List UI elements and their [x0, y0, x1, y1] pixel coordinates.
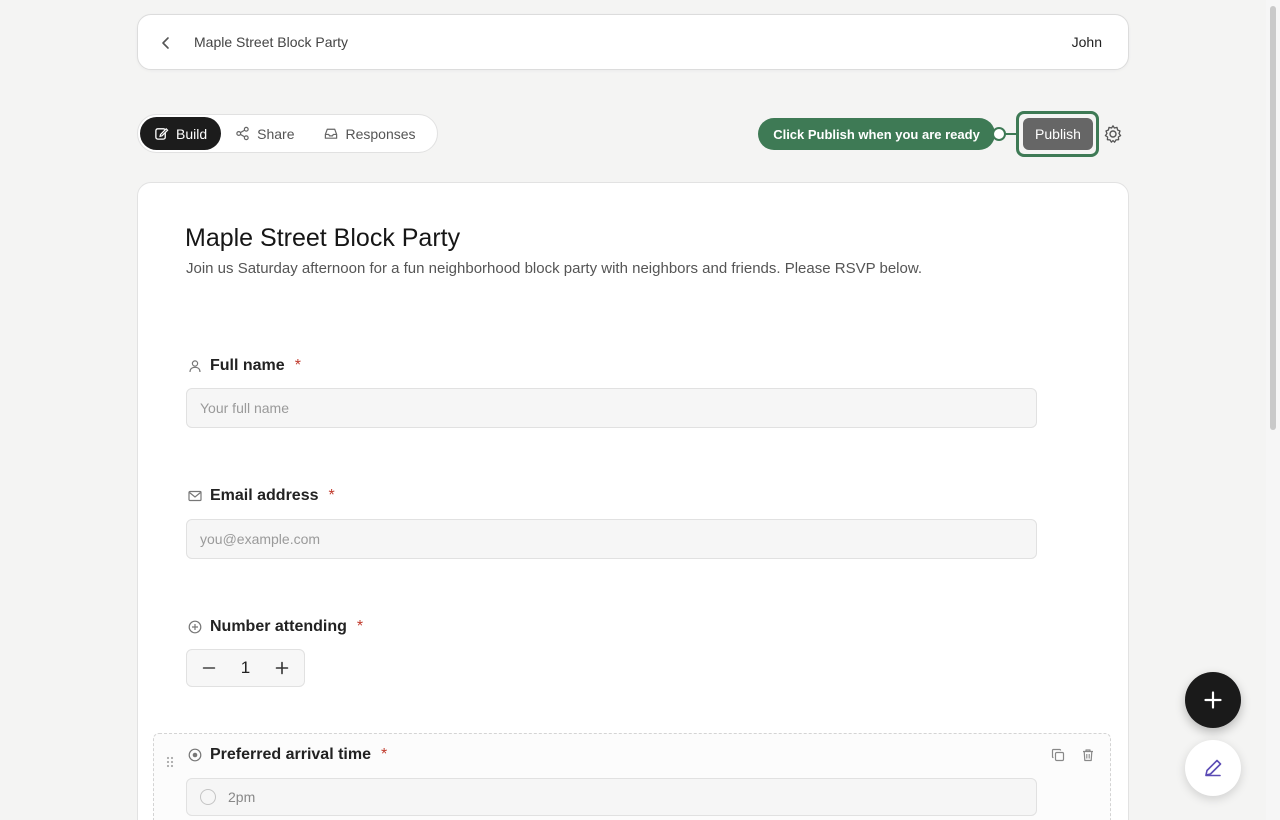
plus-icon — [1204, 691, 1222, 709]
mail-icon — [187, 489, 202, 504]
email-label: Email address * — [187, 487, 335, 505]
drag-handle-icon[interactable] — [163, 755, 177, 769]
trash-icon — [1083, 749, 1093, 762]
required-asterisk: * — [328, 487, 335, 504]
full-name-label-text: Full name — [210, 357, 285, 374]
user-name[interactable]: John — [1072, 34, 1102, 50]
email-placeholder: you@example.com — [200, 531, 321, 547]
settings-button[interactable] — [1099, 120, 1127, 148]
pencil-icon — [1205, 759, 1222, 777]
back-button[interactable] — [154, 31, 178, 55]
share-icon — [236, 126, 249, 141]
radio-button[interactable] — [200, 789, 216, 805]
scrollbar-thumb[interactable] — [1270, 6, 1276, 430]
decrement-button[interactable] — [199, 658, 219, 678]
gear-icon — [1104, 125, 1122, 143]
minus-icon — [202, 667, 216, 669]
number-attending-label-text: Number attending — [210, 618, 347, 635]
required-asterisk: * — [356, 618, 364, 635]
mode-tabs: Build Share Responses — [137, 114, 438, 153]
preview-eye-icon[interactable] — [992, 127, 1006, 141]
edit-icon — [155, 127, 169, 140]
email-input[interactable]: you@example.com — [186, 519, 1037, 559]
form-title[interactable]: Maple Street Block Party — [185, 224, 460, 253]
inbox-icon — [324, 128, 337, 139]
delete-button[interactable] — [1080, 747, 1096, 763]
top-bar: Maple Street Block Party John — [137, 14, 1129, 70]
number-attending-label: Number attending * — [187, 618, 363, 636]
email-label-text: Email address — [210, 487, 319, 504]
add-question-button[interactable] — [1185, 672, 1241, 728]
chevron-left-icon — [162, 37, 169, 49]
radio-icon — [187, 748, 202, 763]
form-description[interactable]: Join us Saturday afternoon for a fun nei… — [186, 260, 922, 277]
arrival-option-label: 2pm — [228, 789, 256, 805]
copy-icon — [1051, 748, 1065, 762]
full-name-placeholder: Your full name — [200, 400, 289, 416]
publish-hint-tooltip: Click Publish when you are ready — [758, 118, 995, 150]
form-name: Maple Street Block Party — [194, 34, 349, 50]
tab-build-label: Build — [176, 125, 208, 142]
tab-share[interactable]: Share — [221, 117, 308, 150]
tab-responses-label: Responses — [345, 125, 416, 142]
required-asterisk: * — [380, 746, 388, 763]
tab-build[interactable]: Build — [140, 117, 222, 150]
full-name-input[interactable]: Your full name — [186, 388, 1037, 428]
number-attending-stepper[interactable]: 1 — [186, 649, 305, 687]
increment-button[interactable] — [272, 658, 292, 678]
duplicate-button[interactable] — [1050, 747, 1066, 763]
block-actions — [1050, 747, 1096, 763]
arrival-time-label-text: Preferred arrival time — [210, 746, 371, 763]
tab-responses[interactable]: Responses — [309, 117, 430, 150]
arrival-time-label: Preferred arrival time * — [187, 746, 387, 764]
scrollbar[interactable] — [1266, 0, 1280, 820]
plus-icon — [275, 661, 289, 675]
user-icon — [187, 359, 202, 374]
plus-circle-icon — [187, 620, 202, 635]
full-name-label: Full name * — [187, 357, 301, 375]
number-attending-value[interactable]: 1 — [241, 658, 250, 678]
required-asterisk: * — [294, 357, 301, 374]
arrival-option[interactable]: 2pm — [186, 778, 1037, 816]
edit-style-button[interactable] — [1185, 740, 1241, 796]
tab-share-label: Share — [257, 125, 295, 142]
publish-button[interactable]: Publish — [1023, 118, 1093, 150]
